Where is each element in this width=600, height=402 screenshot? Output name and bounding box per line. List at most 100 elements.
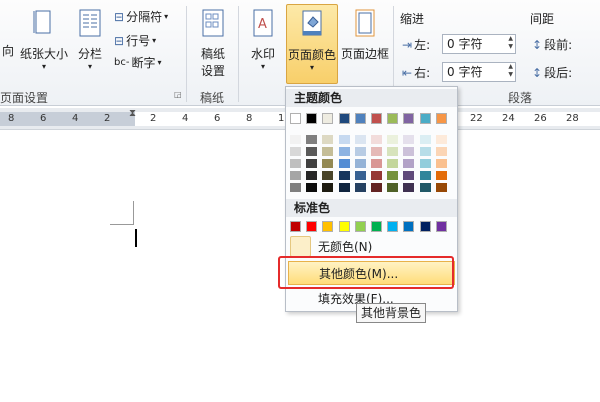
color-swatch[interactable] xyxy=(322,113,334,124)
color-swatch[interactable] xyxy=(354,113,366,124)
indent-right-input[interactable]: 0 字符 ▲ ▼ xyxy=(442,62,516,82)
orientation-icon xyxy=(1,8,15,36)
breaks-button[interactable]: ⊟ 分隔符 ▾ xyxy=(114,8,168,25)
color-swatch[interactable] xyxy=(435,113,447,124)
color-swatch[interactable] xyxy=(306,159,318,168)
chevron-down-icon: ▾ xyxy=(87,62,92,71)
color-swatch[interactable] xyxy=(403,113,415,124)
color-swatch[interactable] xyxy=(371,159,382,168)
columns-button[interactable]: 分栏 ▾ xyxy=(74,8,106,71)
color-swatch[interactable] xyxy=(435,221,447,232)
no-color-icon xyxy=(290,236,311,257)
color-swatch[interactable] xyxy=(435,147,447,156)
color-swatch[interactable] xyxy=(338,135,350,144)
line-numbers-button[interactable]: ⊟ 行号 ▾ xyxy=(114,32,156,49)
spin-arrows-icon[interactable]: ▲ ▼ xyxy=(508,63,513,79)
color-swatch[interactable] xyxy=(306,113,318,124)
color-swatch[interactable] xyxy=(403,147,415,156)
color-swatch[interactable] xyxy=(387,135,399,144)
color-swatch[interactable] xyxy=(387,183,399,192)
color-swatch[interactable] xyxy=(338,159,350,168)
manuscript-settings-button[interactable]: 稿纸 设置 xyxy=(194,8,232,79)
color-swatch[interactable] xyxy=(403,159,415,168)
color-swatch[interactable] xyxy=(403,221,415,232)
page-border-icon xyxy=(355,9,375,37)
paper-size-button[interactable]: 纸张大小 ▾ xyxy=(18,8,70,71)
color-swatch[interactable] xyxy=(419,147,431,156)
color-swatch[interactable] xyxy=(403,135,415,144)
ruler-number: 28 xyxy=(566,113,579,124)
color-swatch[interactable] xyxy=(290,221,301,232)
color-swatch[interactable] xyxy=(354,159,366,168)
indent-left-input[interactable]: 0 字符 ▲ ▼ xyxy=(442,34,516,54)
standard-colors-header: 标准色 xyxy=(286,199,457,217)
color-swatch[interactable] xyxy=(419,135,431,144)
color-swatch[interactable] xyxy=(290,171,301,180)
page-color-button[interactable]: 页面颜色 ▾ xyxy=(286,4,338,84)
color-swatch[interactable] xyxy=(338,221,350,232)
color-swatch[interactable] xyxy=(322,183,334,192)
ruler-number: 2 xyxy=(104,113,111,124)
color-swatch[interactable] xyxy=(419,113,431,124)
color-swatch[interactable] xyxy=(306,147,318,156)
ruler-number: 8 xyxy=(246,113,253,124)
color-swatch[interactable] xyxy=(322,159,334,168)
color-swatch[interactable] xyxy=(306,221,318,232)
color-swatch[interactable] xyxy=(435,171,447,180)
color-swatch[interactable] xyxy=(371,183,382,192)
color-swatch[interactable] xyxy=(290,147,301,156)
color-swatch[interactable] xyxy=(322,135,334,144)
dialog-launcher-icon[interactable]: ◲ xyxy=(174,90,182,99)
color-swatch[interactable] xyxy=(322,171,334,180)
color-swatch[interactable] xyxy=(354,147,366,156)
color-swatch[interactable] xyxy=(354,221,366,232)
orientation-button[interactable]: 向 xyxy=(0,8,16,59)
color-swatch[interactable] xyxy=(338,147,350,156)
color-swatch[interactable] xyxy=(354,183,366,192)
color-swatch[interactable] xyxy=(322,147,334,156)
color-swatch[interactable] xyxy=(290,183,301,192)
color-swatch[interactable] xyxy=(354,135,366,144)
hyphenation-button[interactable]: bc- 断字 ▾ xyxy=(114,54,162,71)
spacing-before-label[interactable]: ↕ 段前: xyxy=(532,36,572,53)
color-swatch[interactable] xyxy=(371,135,382,144)
spacing-after-label[interactable]: ↕ 段后: xyxy=(532,64,572,81)
color-swatch[interactable] xyxy=(371,113,382,124)
color-swatch[interactable] xyxy=(387,171,399,180)
manuscript-icon xyxy=(202,9,224,37)
indent-marker-icon[interactable]: ⧗ xyxy=(129,108,136,119)
color-swatch[interactable] xyxy=(419,221,431,232)
color-swatch[interactable] xyxy=(387,113,399,124)
color-swatch[interactable] xyxy=(387,159,399,168)
color-swatch[interactable] xyxy=(338,171,350,180)
color-swatch[interactable] xyxy=(290,135,301,144)
color-swatch[interactable] xyxy=(338,113,350,124)
page-border-button[interactable]: 页面边框 xyxy=(340,8,390,62)
color-swatch[interactable] xyxy=(403,183,415,192)
chevron-down-icon: ▾ xyxy=(41,62,46,71)
color-swatch[interactable] xyxy=(387,221,399,232)
color-swatch[interactable] xyxy=(322,221,334,232)
color-swatch[interactable] xyxy=(403,171,415,180)
color-swatch[interactable] xyxy=(354,171,366,180)
color-swatch[interactable] xyxy=(306,135,318,144)
color-swatch[interactable] xyxy=(290,159,301,168)
color-swatch[interactable] xyxy=(371,147,382,156)
color-swatch[interactable] xyxy=(435,135,447,144)
color-swatch[interactable] xyxy=(306,183,318,192)
color-swatch[interactable] xyxy=(371,221,382,232)
color-swatch[interactable] xyxy=(371,171,382,180)
color-swatch[interactable] xyxy=(290,113,301,124)
color-swatch[interactable] xyxy=(338,183,350,192)
color-swatch[interactable] xyxy=(387,147,399,156)
color-swatch[interactable] xyxy=(306,171,318,180)
color-swatch[interactable] xyxy=(419,171,431,180)
color-swatch[interactable] xyxy=(419,183,431,192)
ruler-number: 22 xyxy=(470,113,483,124)
color-swatch[interactable] xyxy=(435,183,447,192)
color-swatch[interactable] xyxy=(435,159,447,168)
watermark-button[interactable]: A 水印 ▾ xyxy=(244,8,282,71)
spin-arrows-icon[interactable]: ▲ ▼ xyxy=(508,35,513,51)
color-swatch[interactable] xyxy=(419,159,431,168)
text-cursor xyxy=(135,229,137,247)
